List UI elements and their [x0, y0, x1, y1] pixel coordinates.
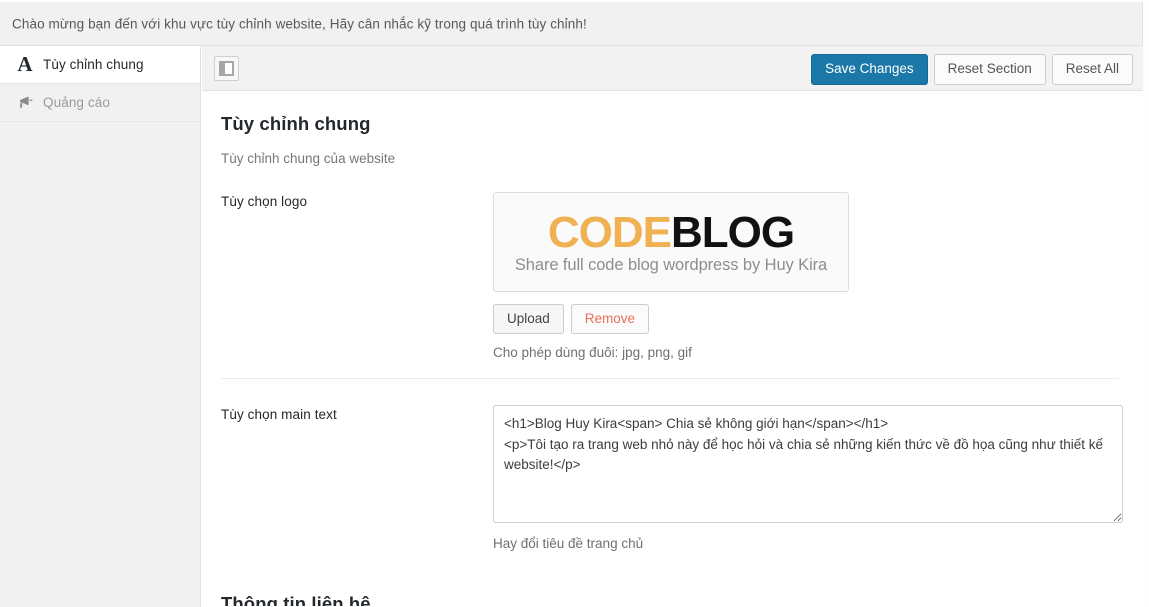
sidebar-item-label: Quảng cáo — [43, 95, 110, 110]
save-changes-button[interactable]: Save Changes — [811, 54, 928, 85]
main-text-textarea[interactable] — [493, 405, 1123, 523]
field-label-logo: Tùy chọn logo — [221, 194, 308, 209]
letter-a-icon: A — [17, 52, 33, 76]
layout-panel-icon — [219, 61, 234, 76]
upload-button[interactable]: Upload — [493, 304, 564, 334]
field-row-logo: Tùy chọn logo CODEBLOG Share full code b… — [221, 166, 1119, 379]
field-label-main-text: Tùy chọn main text — [221, 407, 337, 422]
sidebar-item-label: Tùy chỉnh chung — [43, 57, 144, 72]
field-row-main-text: Tùy chọn main text Hay đổi tiêu đề trang… — [221, 379, 1123, 569]
logo-help-text: Cho phép dùng đuôi: jpg, png, gif — [493, 345, 692, 360]
field-body-main-text: Hay đổi tiêu đề trang chủ — [493, 405, 1123, 551]
sidebar: A Tùy chỉnh chung Quảng cáo — [0, 46, 201, 607]
section-title: Tùy chỉnh chung — [221, 113, 371, 134]
logo-actions: Upload Remove — [493, 304, 1119, 334]
customizer-frame: A Tùy chỉnh chung Quảng cáo Save Changes… — [0, 46, 1143, 607]
layout-panel-icon-button[interactable] — [214, 56, 239, 81]
sidebar-item-quang-cao[interactable]: Quảng cáo — [0, 84, 200, 122]
sidebar-item-tuy-chinh-chung[interactable]: A Tùy chỉnh chung — [0, 46, 200, 84]
field-body-logo: CODEBLOG Share full code blog wordpress … — [493, 192, 1119, 360]
welcome-notice: Chào mừng bạn đến với khu vực tùy chỉnh … — [0, 2, 1143, 46]
logo-word-secondary: BLOG — [671, 207, 795, 257]
logo-word-primary: CODE — [547, 207, 672, 257]
remove-button[interactable]: Remove — [570, 304, 650, 334]
toolbar: Save Changes Reset Section Reset All — [202, 46, 1143, 91]
reset-section-button[interactable]: Reset Section — [933, 54, 1046, 85]
logo-tagline: Share full code blog wordpress by Huy Ki… — [514, 256, 828, 275]
logo-preview[interactable]: CODEBLOG Share full code blog wordpress … — [493, 192, 849, 292]
settings-panel: Tùy chỉnh chung Tùy chỉnh chung của webs… — [202, 91, 1143, 606]
section-subtitle: Tùy chỉnh chung của website — [221, 151, 396, 166]
next-section-title: Thông tin liên hệ — [221, 593, 371, 606]
megaphone-icon — [12, 94, 38, 111]
customizer-app: Chào mừng bạn đến với khu vực tùy chỉnh … — [0, 0, 1149, 607]
main-text-help: Hay đổi tiêu đề trang chủ — [493, 536, 644, 551]
content-area: Save Changes Reset Section Reset All Tùy… — [202, 46, 1143, 607]
reset-all-button[interactable]: Reset All — [1051, 54, 1133, 85]
logo-wordmark: CODEBLOG — [547, 207, 795, 257]
welcome-notice-text: Chào mừng bạn đến với khu vực tùy chỉnh … — [12, 16, 587, 31]
toolbar-actions: Save Changes Reset Section Reset All — [811, 54, 1133, 85]
